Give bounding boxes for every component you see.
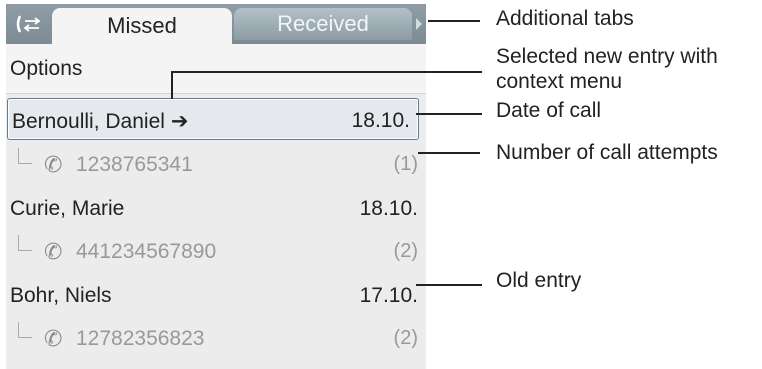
annotation-call-attempts: Number of call attempts xyxy=(496,141,718,164)
tab-switch-icon[interactable] xyxy=(6,4,52,44)
list-item-curie[interactable]: Curie, Marie 18.10. xyxy=(6,187,426,231)
callout-line-old-entry xyxy=(416,284,482,286)
entry-date: 18.10. xyxy=(359,197,418,220)
phone-display: Missed Received Options Bernoulli, Danie… xyxy=(6,4,426,369)
call-attempts: (2) xyxy=(393,240,418,262)
call-detail-row[interactable]: ✆ 12782356823 (2) xyxy=(6,316,426,360)
list-item-bernoulli[interactable]: Bernoulli, Daniel ➔ 18.10. xyxy=(7,98,419,140)
entry-name: Bohr, Niels xyxy=(10,284,112,307)
tree-branch-line xyxy=(18,322,32,338)
context-menu-arrow-icon: ➔ xyxy=(170,110,189,133)
tree-branch-line xyxy=(18,148,32,164)
call-attempts: (2) xyxy=(393,327,418,349)
call-attempts: (1) xyxy=(393,153,418,175)
callout-line-selected xyxy=(171,71,482,73)
callout-line-date xyxy=(416,113,482,115)
entry-name: Bernoulli, Daniel xyxy=(12,110,165,133)
phone-number: 441234567890 xyxy=(76,240,217,263)
tree-branch-line xyxy=(18,235,32,251)
call-detail-row[interactable]: ✆ 1238765341 (1) xyxy=(6,142,426,186)
tab-bar: Missed Received xyxy=(6,4,426,44)
entry-date: 17.10. xyxy=(359,284,418,307)
callout-line-tabs xyxy=(428,20,480,22)
annotation-selected-entry-2: context menu xyxy=(496,70,623,93)
options-label: Options xyxy=(10,57,83,80)
chevron-right-icon[interactable] xyxy=(412,4,426,44)
options-menu-bar[interactable]: Options xyxy=(6,44,426,94)
call-detail-row[interactable]: ✆ 441234567890 (2) xyxy=(6,229,426,273)
annotation-selected-entry-1: Selected new entry with xyxy=(496,45,718,68)
phone-number: 1238765341 xyxy=(76,153,193,176)
annotation-additional-tabs: Additional tabs xyxy=(496,7,634,30)
callout-line-attempts xyxy=(418,152,480,154)
list-item-bohr[interactable]: Bohr, Niels 17.10. xyxy=(6,274,426,318)
handset-icon: ✆ xyxy=(44,326,63,351)
annotation-date-of-call: Date of call xyxy=(496,99,602,122)
entry-name: Curie, Marie xyxy=(10,197,125,220)
handset-icon: ✆ xyxy=(44,239,63,264)
handset-icon: ✆ xyxy=(44,152,63,177)
entry-date: 18.10. xyxy=(351,109,410,132)
tab-missed[interactable]: Missed xyxy=(52,8,232,44)
callout-line-selected-vertical xyxy=(171,71,173,99)
tab-received[interactable]: Received xyxy=(234,8,412,40)
phone-number: 12782356823 xyxy=(76,327,205,350)
annotation-old-entry: Old entry xyxy=(496,269,582,292)
